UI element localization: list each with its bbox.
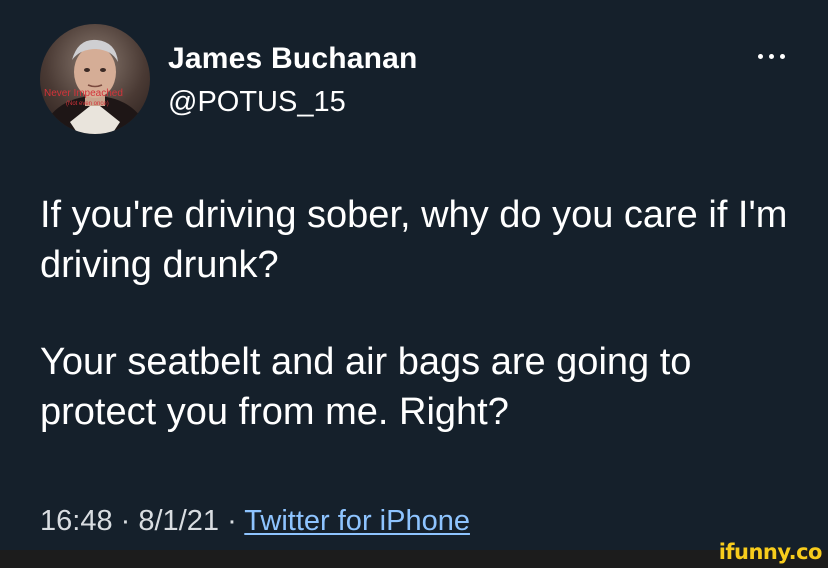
avatar-overlay-subtext: (Not even once) [66,101,109,107]
avatar-overlay-text: Never Impeached [44,88,123,99]
tweet-time: 16:48 [40,505,113,537]
tweet-source-link[interactable]: Twitter for iPhone [244,505,470,537]
user-handle[interactable]: @POTUS_15 [168,86,346,119]
display-name[interactable]: James Buchanan [168,42,418,76]
tweet-text-paragraph-2: Your seatbelt and air bags are going to … [40,341,692,433]
tweet-card: Never Impeached (Not even once) James Bu… [0,0,828,550]
meta-separator: · [227,505,237,537]
tweet-meta: 16:48 · 8/1/21 · Twitter for iPhone [40,505,470,538]
more-options-button[interactable] [752,48,792,64]
tweet-date: 8/1/21 [138,505,220,537]
avatar-portrait [43,39,147,134]
tweet-text-paragraph-1: If you're driving sober, why do you care… [40,194,788,286]
watermark-bar [0,550,828,568]
meta-separator: · [120,505,131,537]
avatar[interactable]: Never Impeached (Not even once) [40,24,150,134]
ifunny-watermark: ifunny.co [718,540,823,564]
